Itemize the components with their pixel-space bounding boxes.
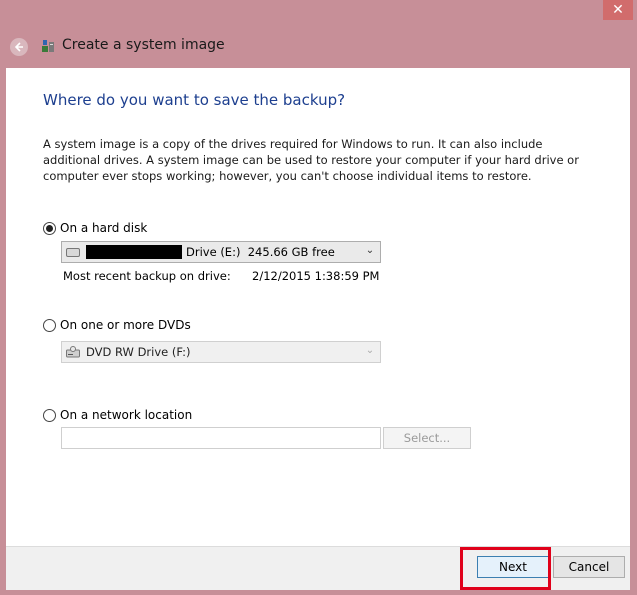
radio-dvd-button[interactable]	[43, 318, 56, 332]
radio-dvd-label: On one or more DVDs	[60, 318, 191, 332]
radio-network[interactable]: On a network location	[43, 408, 192, 422]
close-icon: ✕	[612, 2, 624, 18]
radio-dvd[interactable]: On one or more DVDs	[43, 318, 191, 332]
recent-backup-label: Most recent backup on drive:	[63, 269, 231, 283]
radio-hard-disk-label: On a hard disk	[60, 221, 148, 235]
create-system-image-window: ✕ Create a system image Where do you wan…	[0, 0, 637, 595]
next-button[interactable]: Next	[477, 556, 549, 578]
cancel-button[interactable]: Cancel	[553, 556, 625, 578]
page-heading: Where do you want to save the backup?	[43, 91, 346, 109]
network-select-button[interactable]: Select...	[383, 427, 471, 449]
radio-network-button[interactable]	[43, 408, 56, 422]
hard-drive-icon	[66, 247, 80, 257]
redacted-drive-name	[86, 245, 182, 259]
radio-selected-dot	[46, 224, 53, 232]
close-button[interactable]: ✕	[603, 0, 633, 20]
chevron-down-icon: ⌄	[365, 345, 375, 356]
system-image-icon	[42, 40, 54, 52]
description-text: A system image is a copy of the drives r…	[43, 137, 579, 183]
dvd-select[interactable]: DVD RW Drive (F:) ⌄	[61, 341, 381, 363]
back-button[interactable]	[10, 38, 28, 56]
dvd-select-value: DVD RW Drive (F:)	[86, 345, 191, 359]
window-title: Create a system image	[62, 37, 225, 53]
radio-hard-disk-button[interactable]	[43, 221, 56, 235]
hard-disk-select-value: Drive (E:) 245.66 GB free	[186, 245, 335, 259]
back-arrow-icon	[14, 42, 23, 52]
radio-hard-disk[interactable]: On a hard disk	[43, 221, 147, 235]
chevron-down-icon: ⌄	[365, 245, 375, 256]
content-panel: Where do you want to save the backup? A …	[6, 68, 630, 546]
recent-backup-value: 2/12/2015 1:38:59 PM	[252, 269, 380, 283]
network-location-input[interactable]	[61, 427, 381, 449]
dvd-drive-icon	[66, 346, 80, 358]
hard-disk-select[interactable]: Drive (E:) 245.66 GB free ⌄	[61, 241, 381, 263]
dialog-footer: Next Cancel	[6, 546, 630, 590]
radio-network-label: On a network location	[60, 408, 193, 422]
